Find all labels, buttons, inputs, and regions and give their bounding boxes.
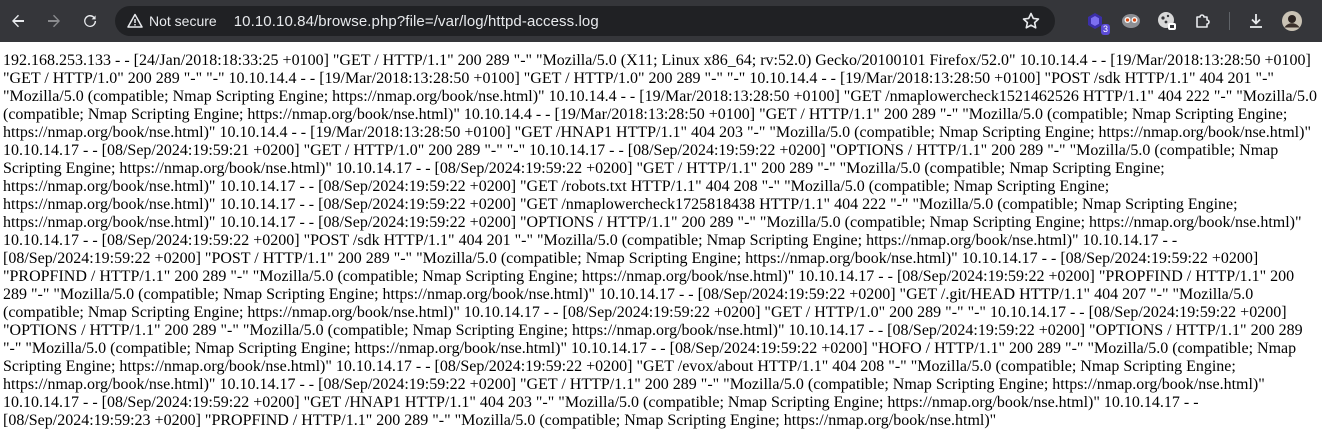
back-button[interactable] [4,7,32,35]
extensions-puzzle-icon[interactable] [1191,9,1215,33]
security-label: Not secure [149,13,217,29]
warning-triangle-icon [127,13,143,28]
extension-cookie-icon[interactable] [1155,9,1179,33]
reload-button[interactable] [76,7,104,35]
bookmark-star-button[interactable] [1021,11,1041,31]
extension-badge: 3 [1100,24,1110,35]
back-arrow-icon [12,14,24,28]
forward-button[interactable] [40,7,68,35]
star-icon [1022,12,1040,29]
address-bar[interactable]: Not secure 10.10.10.84/browse.php?file=/… [115,6,1055,36]
profile-avatar[interactable] [1280,9,1304,33]
extension-owl-icon[interactable] [1119,9,1143,33]
browser-toolbar: Not secure 10.10.10.84/browse.php?file=/… [0,0,1322,42]
extension-hexagon-icon[interactable]: 3 [1083,9,1110,35]
url-text[interactable]: 10.10.10.84/browse.php?file=/var/log/htt… [234,13,599,30]
forward-arrow-icon [48,14,60,28]
extensions-area: 3 [1083,0,1322,42]
reload-icon [84,14,97,27]
log-content: 192.168.253.133 - - [24/Jan/2018:18:33:2… [3,52,1317,429]
toolbar-divider [1229,12,1230,30]
security-indicator[interactable]: Not secure [125,9,223,33]
download-icon[interactable] [1244,9,1268,33]
